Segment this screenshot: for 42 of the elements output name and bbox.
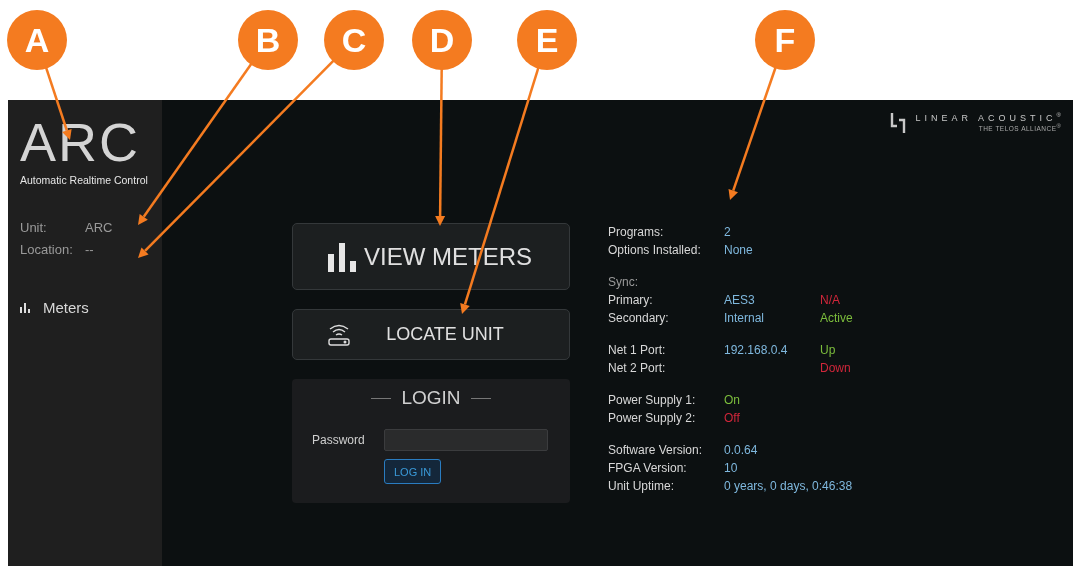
status-value: 192.168.0.4 [724,343,789,357]
password-label: Password [312,433,366,447]
status-label: Power Supply 2: [608,411,697,425]
status-value: Off [724,411,741,425]
brand-name: LINEAR ACOUSTIC$^{®}$ [915,112,1061,123]
status-value: N/A [820,293,841,307]
logo-subtitle: Automatic Realtime Control [20,174,148,186]
field-value: ARC [85,220,114,235]
status-value: 0 years, 0 days, 0:46:38 [724,479,854,493]
status-value: Internal [724,311,766,325]
status-value: Up [820,343,837,357]
status-value: None [724,243,754,257]
field-label: Unit: [20,220,48,235]
status-label: Programs: [608,225,665,239]
bar-chart-icon [20,302,31,313]
field-label: Location: [20,242,74,257]
login-button[interactable]: LOG IN [384,459,442,484]
password-field[interactable] [384,429,548,451]
status-label: Power Supply 1: [608,393,697,407]
status-value: On [724,393,741,407]
field-value: -- [85,242,95,257]
section-heading: Sync: [608,275,639,289]
status-label: Unit Uptime: [608,479,676,493]
bar-chart-icon [327,241,357,272]
status-label: FPGA Version: [608,461,688,475]
brand-logo-icon [889,112,906,134]
login-title: LOGIN [401,387,461,409]
status-value: 10 [724,461,739,475]
locate-unit-button[interactable]: LOCATE UNIT [292,309,570,360]
wireless-device-icon [327,322,351,347]
status-label: Secondary: [608,311,670,325]
status-label: Net 1 Port: [608,343,667,357]
status-label: Options Installed: [608,243,702,257]
status-value: Active [820,311,854,325]
status-value: 0.0.64 [724,443,759,457]
status-label: Net 2 Port: [608,361,667,375]
status-label: Primary: [608,293,654,307]
status-value: AES3 [724,293,756,307]
nav-item[interactable]: Meters [20,299,89,316]
status-value: Down [820,361,852,375]
status-label: Software Version: [608,443,704,457]
status-value: 2 [724,225,732,239]
